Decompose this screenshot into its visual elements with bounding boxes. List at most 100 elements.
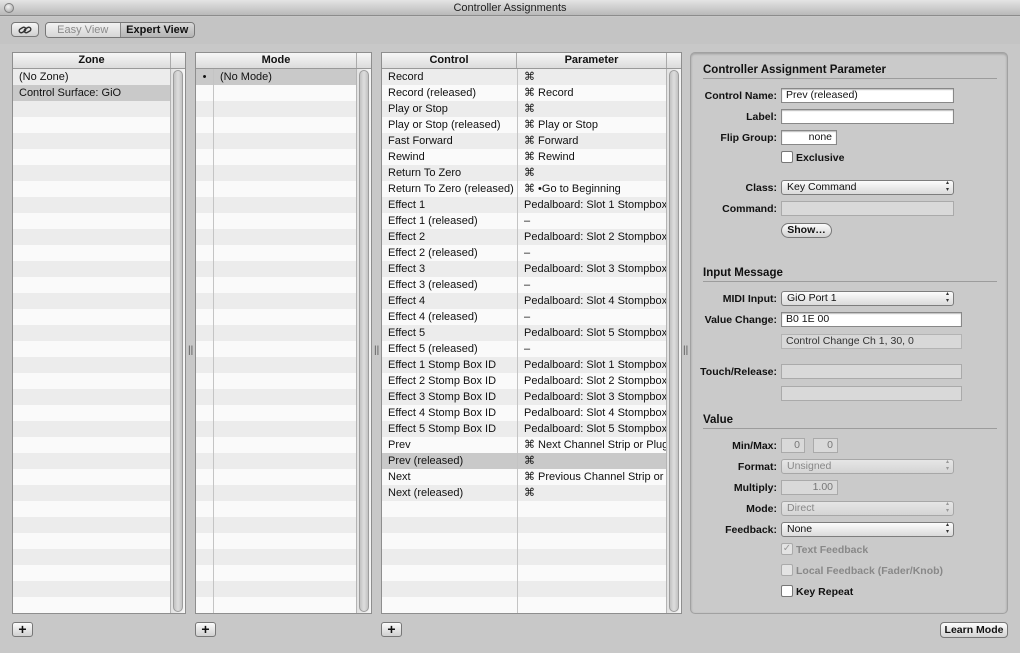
link-button[interactable] [11,22,39,37]
control-row[interactable]: Effect 5 Pedalboard: Slot 5 Stompbox [382,325,681,341]
flip-group-field[interactable]: none [781,130,837,145]
mode-popup[interactable]: Direct [781,501,954,516]
max-field[interactable]: 0 [813,438,838,453]
parameter-cell: Pedalboard: Slot 4 Stompbox [517,405,667,421]
toolbar: Easy View Expert View [0,17,1020,44]
control-cell: Prev (released) [388,455,464,467]
control-row[interactable]: Record (released) ⌘ Record [382,85,681,101]
control-column-header[interactable]: Control [382,53,517,68]
zone-scrollbar[interactable] [170,69,185,613]
local-feedback-checkbox[interactable] [781,564,793,576]
parameter-cell: – [517,213,667,229]
splitter-mode-control[interactable]: || [374,345,380,356]
control-row[interactable]: Effect 2 Pedalboard: Slot 2 Stompbox [382,229,681,245]
touch-release-field-2[interactable] [781,386,962,401]
add-mode-button[interactable]: + [195,622,216,637]
control-row[interactable]: Return To Zero ⌘ [382,165,681,181]
control-cell: Effect 4 [388,295,426,307]
key-repeat-checkbox[interactable] [781,585,793,597]
easy-view-tab[interactable]: Easy View [46,23,121,37]
exclusive-checkbox[interactable] [781,151,793,163]
multiply-field[interactable]: 1.00 [781,480,838,495]
control-cell: Effect 2 [388,231,426,243]
format-popup[interactable]: Unsigned [781,459,954,474]
parameter-cell: – [517,309,667,325]
splitter-control-inspector[interactable]: || [683,345,689,356]
zone-list-item[interactable]: Control Surface: GiO [13,85,185,101]
expert-view-tab[interactable]: Expert View [120,23,194,37]
zone-list: (No Zone) Control Surface: GiO [13,69,185,613]
key-repeat-label: Key Repeat [796,586,854,598]
link-icon [18,26,32,33]
control-row[interactable]: Effect 3 Stomp Box ID Pedalboard: Slot 3 … [382,389,681,405]
control-row[interactable]: Record ⌘ [382,69,681,85]
add-control-button[interactable]: + [381,622,402,637]
zone-header: Zone [13,53,185,69]
control-row[interactable]: Prev (released) ⌘ [382,453,681,469]
window-title: Controller Assignments [453,2,567,14]
mode-column-header[interactable]: Mode [196,53,357,68]
control-row[interactable]: Effect 1 (released) – [382,213,681,229]
control-row[interactable]: Effect 4 (released) – [382,309,681,325]
control-cell: Effect 2 Stomp Box ID [388,375,497,387]
parameter-cell: ⌘ Forward [517,133,667,149]
control-row[interactable]: Effect 2 Stomp Box ID Pedalboard: Slot 2 … [382,373,681,389]
control-scrollbar[interactable] [666,69,681,613]
control-row[interactable]: Effect 1 Pedalboard: Slot 1 Stompbox [382,197,681,213]
parameter-cell: ⌘ [517,69,667,85]
control-row[interactable]: Next (released) ⌘ [382,485,681,501]
zone-list-item[interactable]: (No Zone) [13,69,185,85]
parameter-cell: ⌘ [517,485,667,501]
touch-release-label: Touch/Release: [700,366,777,378]
control-row[interactable]: Effect 5 (released) – [382,341,681,357]
control-row[interactable]: Effect 3 (released) – [382,277,681,293]
parameter-cell: Pedalboard: Slot 3 Stompbox [517,261,667,277]
parameter-column-header[interactable]: Parameter [517,53,667,68]
control-row[interactable]: Prev ⌘ Next Channel Strip or Plug [382,437,681,453]
close-button[interactable] [4,3,14,13]
zone-column-header[interactable]: Zone [13,53,171,68]
mode-panel: Mode • (No Mode) [195,52,372,614]
control-row[interactable]: Fast Forward ⌘ Forward [382,133,681,149]
local-feedback-label: Local Feedback (Fader/Knob) [796,565,944,577]
midi-input-label: MIDI Input: [722,293,777,305]
control-row[interactable]: Next ⌘ Previous Channel Strip or [382,469,681,485]
control-row[interactable]: Play or Stop (released) ⌘ Play or Stop [382,117,681,133]
add-zone-button[interactable]: + [12,622,33,637]
control-row[interactable]: Return To Zero (released) ⌘ •Go to Beginn… [382,181,681,197]
control-cell: Effect 1 (released) [388,215,478,227]
command-field[interactable] [781,201,954,216]
control-row[interactable]: Rewind ⌘ Rewind [382,149,681,165]
value-change-field[interactable]: B0 1E 00 [781,312,962,327]
touch-release-field[interactable] [781,364,962,379]
text-feedback-checkbox[interactable]: ✓ [781,543,793,555]
control-cell: Next (released) [388,487,464,499]
learn-mode-button[interactable]: Learn Mode [940,622,1008,638]
control-row[interactable]: Effect 4 Pedalboard: Slot 4 Stompbox [382,293,681,309]
parameter-cell: – [517,245,667,261]
splitter-zone-mode[interactable]: || [188,345,194,356]
feedback-popup[interactable]: None [781,522,954,537]
control-name-field[interactable]: Prev (released) [781,88,954,103]
parameter-cell: ⌘ [517,165,667,181]
mode-scrollbar[interactable] [356,69,371,613]
control-row[interactable]: Effect 4 Stomp Box ID Pedalboard: Slot 4 … [382,405,681,421]
control-row[interactable]: Effect 2 (released) – [382,245,681,261]
mode-list-item[interactable]: • (No Mode) [196,69,371,85]
parameter-cell: Pedalboard: Slot 3 Stompbox [517,389,667,405]
class-popup[interactable]: Key Command [781,180,954,195]
parameter-cell: ⌘ Record [517,85,667,101]
control-row[interactable]: Play or Stop ⌘ [382,101,681,117]
control-cell: Effect 3 [388,263,426,275]
min-max-label: Min/Max: [732,440,777,452]
midi-input-popup[interactable]: GiO Port 1 [781,291,954,306]
control-cell: Next [388,471,411,483]
control-row[interactable]: Effect 5 Stomp Box ID Pedalboard: Slot 5 … [382,421,681,437]
label-field[interactable] [781,109,954,124]
format-label: Format: [737,461,777,473]
control-row[interactable]: Effect 3 Pedalboard: Slot 3 Stompbox [382,261,681,277]
min-field[interactable]: 0 [781,438,805,453]
exclusive-label: Exclusive [796,152,845,164]
show-button[interactable]: Show… [781,223,832,238]
control-row[interactable]: Effect 1 Stomp Box ID Pedalboard: Slot 1 … [382,357,681,373]
